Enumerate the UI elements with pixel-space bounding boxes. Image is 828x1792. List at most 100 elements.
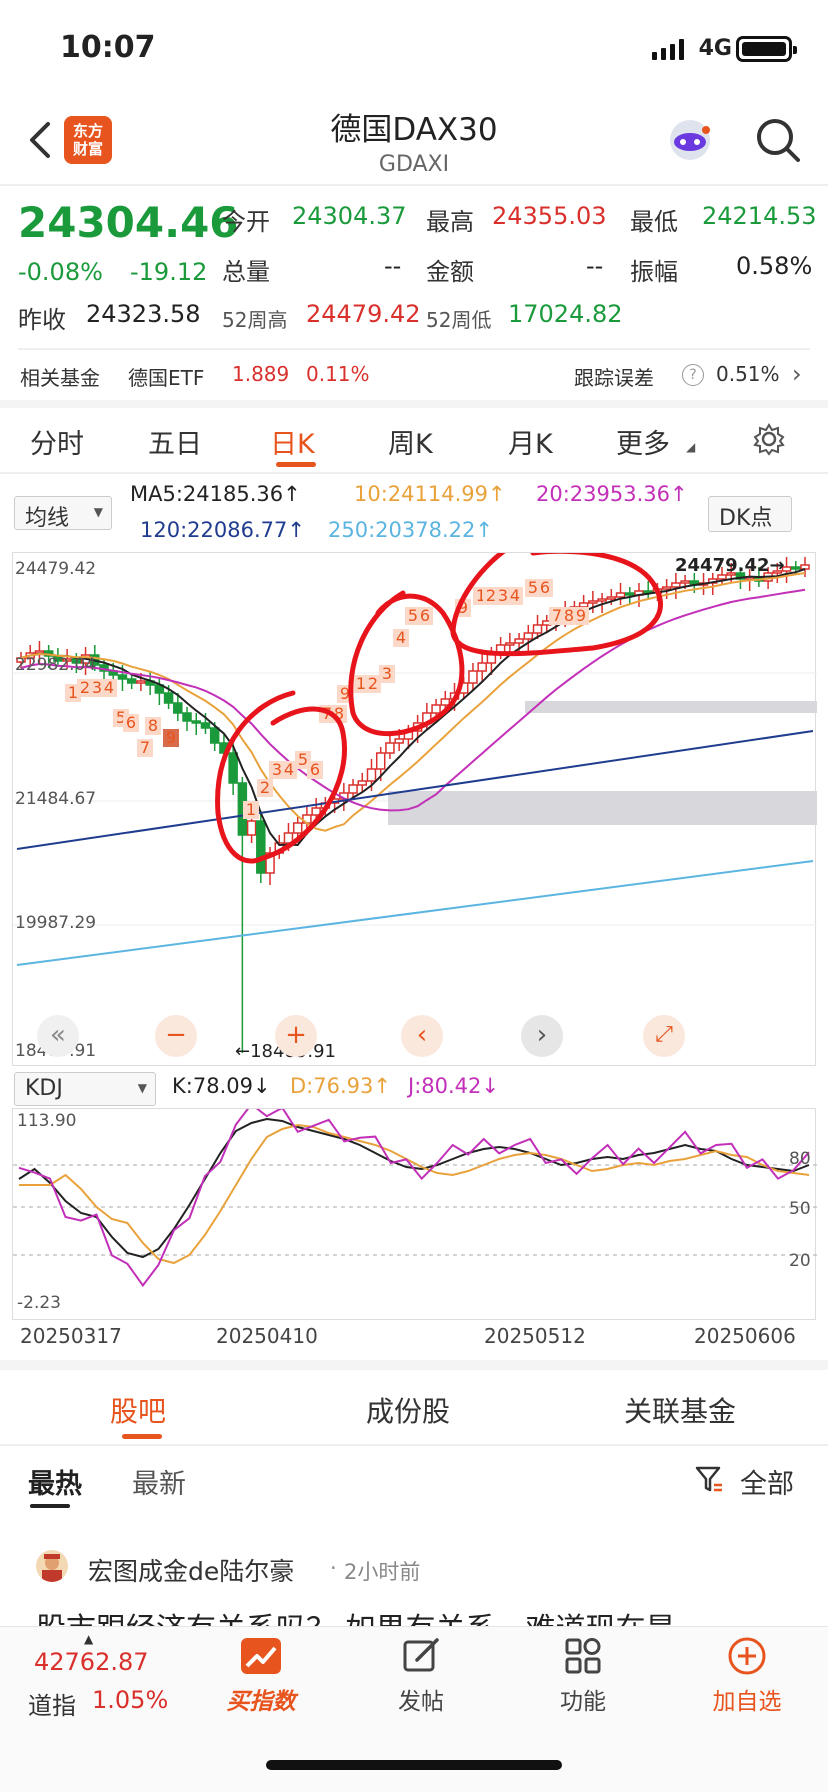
change-percent: -0.08%	[18, 258, 103, 286]
subtab-hottest[interactable]: 最热	[28, 1462, 82, 1501]
tab-constituents[interactable]: 成份股	[366, 1390, 450, 1430]
ma10-value: 10:24114.99↑	[354, 482, 506, 506]
nav-post[interactable]: 发帖	[384, 1636, 458, 1716]
user-avatar[interactable]	[36, 1550, 68, 1582]
fullscreen-button[interactable]: ⤢	[643, 1015, 685, 1057]
svg-text:3: 3	[498, 586, 508, 605]
post-author[interactable]: 宏图成金de陆尔豪	[88, 1552, 294, 1588]
guba-underline	[122, 1434, 162, 1439]
prev-close-value: 24323.58	[86, 300, 201, 328]
svg-text:5: 5	[298, 750, 308, 769]
gap-band-upper	[525, 701, 817, 713]
kdj-chart[interactable]: 113.90 -2.23 80 50 20	[12, 1102, 817, 1320]
nav-buy-index[interactable]: 买指数	[218, 1636, 304, 1716]
ma250-value: 250:20378.22↑	[328, 518, 493, 542]
fund-change: 0.11%	[306, 362, 370, 386]
up-arrow-icon: ▲	[84, 1632, 94, 1646]
svg-text:6: 6	[540, 578, 550, 597]
svg-text:8: 8	[564, 606, 574, 625]
amplitude-label: 振幅	[630, 258, 678, 286]
subtab-latest[interactable]: 最新	[132, 1462, 186, 1501]
svg-text:4: 4	[104, 678, 114, 697]
nav-add-watchlist[interactable]: 加自选	[704, 1636, 790, 1716]
ma120-value: 120:22086.77↑	[140, 518, 305, 542]
svg-text:8: 8	[148, 716, 158, 735]
candle-body	[126, 678, 137, 684]
tracking-label: 跟踪误差	[574, 366, 654, 390]
kline-chart[interactable]: 1234567891234567891234569123456789 24479…	[12, 542, 817, 1066]
search-icon[interactable]	[754, 116, 802, 164]
section-gap-2	[0, 1360, 828, 1370]
ma250-line	[16, 860, 814, 966]
more-dropdown-icon: ◢	[686, 440, 696, 454]
date-label-2: 20250410	[216, 1324, 318, 1348]
sequence-number: 3	[379, 664, 395, 683]
high-label: 最高	[426, 208, 474, 236]
tab-daily-k[interactable]: 日K	[270, 422, 315, 461]
trend-chart-icon	[241, 1638, 281, 1674]
week52-low-value: 17024.82	[508, 300, 623, 328]
svg-text:1: 1	[356, 674, 366, 693]
dow-index-value[interactable]: 42762.87	[34, 1648, 149, 1676]
candle-body	[661, 586, 672, 590]
tab-weekly-k[interactable]: 周K	[388, 422, 433, 461]
filter-all[interactable]: 全部	[740, 1462, 794, 1501]
week52-low-label: 52周低	[426, 308, 492, 332]
svg-text:6: 6	[310, 760, 320, 779]
dow-index-name[interactable]: 道指	[28, 1686, 76, 1721]
week52-high-label: 52周高	[222, 308, 288, 332]
svg-text:2: 2	[260, 778, 270, 797]
svg-text:7: 7	[552, 606, 562, 625]
nav-add-watchlist-label: 加自选	[712, 1689, 782, 1715]
tab-five-day[interactable]: 五日	[148, 422, 202, 461]
header-divider	[0, 184, 828, 186]
prev-button[interactable]: ‹	[401, 1015, 443, 1057]
candle-body	[615, 592, 626, 598]
next-button[interactable]: ›	[521, 1015, 563, 1057]
nav-functions[interactable]: 功能	[546, 1636, 620, 1716]
ma-select[interactable]: 均线 ▼	[14, 496, 112, 531]
kdj-select[interactable]: KDJ ▼	[14, 1072, 156, 1106]
kline-ma-lines	[16, 568, 814, 966]
help-icon[interactable]: ?	[682, 364, 704, 386]
current-price: 24304.46	[18, 198, 239, 247]
sequence-number: 6	[537, 578, 553, 597]
candle-body	[292, 822, 303, 834]
candle-body	[385, 742, 395, 754]
robot-assistant-icon[interactable]	[666, 116, 714, 164]
tab-monthly-k[interactable]: 月K	[508, 422, 553, 461]
sequence-number: 7	[137, 738, 153, 757]
settings-gear-icon[interactable]	[752, 422, 786, 456]
candle-body	[357, 780, 368, 786]
tab-guba[interactable]: 股吧	[110, 1390, 166, 1430]
rewind-button[interactable]: «	[37, 1015, 79, 1057]
zoom-out-button[interactable]: −	[155, 1015, 197, 1057]
tab-related-funds[interactable]: 关联基金	[624, 1390, 736, 1430]
candle-body	[505, 642, 515, 646]
candle-body	[182, 712, 192, 722]
svg-text:2: 2	[368, 674, 378, 693]
active-tab-indicator	[276, 462, 316, 467]
related-fund-row[interactable]: 相关基金 德国ETF 1.889 0.11% 跟踪误差 ? 0.51% ›	[0, 356, 828, 398]
candle-body	[34, 650, 45, 654]
candle-body	[588, 600, 598, 604]
section-gap	[0, 400, 828, 408]
ma120-line	[16, 730, 814, 850]
candle-body	[366, 768, 377, 782]
tab-minute[interactable]: 分时	[30, 422, 84, 461]
svg-text:3: 3	[272, 760, 282, 779]
svg-text:3: 3	[92, 678, 102, 697]
dow-index-change[interactable]: 1.05%	[92, 1686, 168, 1714]
signal-icon	[652, 38, 692, 60]
tab-more[interactable]: 更多	[616, 422, 670, 461]
dk-point-button[interactable]: DK点	[708, 496, 792, 532]
high-value: 24355.03	[492, 202, 607, 230]
svg-text:5: 5	[408, 606, 418, 625]
candle-body	[440, 698, 451, 706]
svg-text:4: 4	[396, 628, 406, 647]
kdj-y-bottom: -2.23	[17, 1293, 61, 1313]
zoom-in-button[interactable]: +	[275, 1015, 317, 1057]
filter-icon[interactable]	[694, 1464, 724, 1494]
sequence-number: 4	[393, 628, 409, 647]
sequence-number: 2	[257, 778, 273, 797]
